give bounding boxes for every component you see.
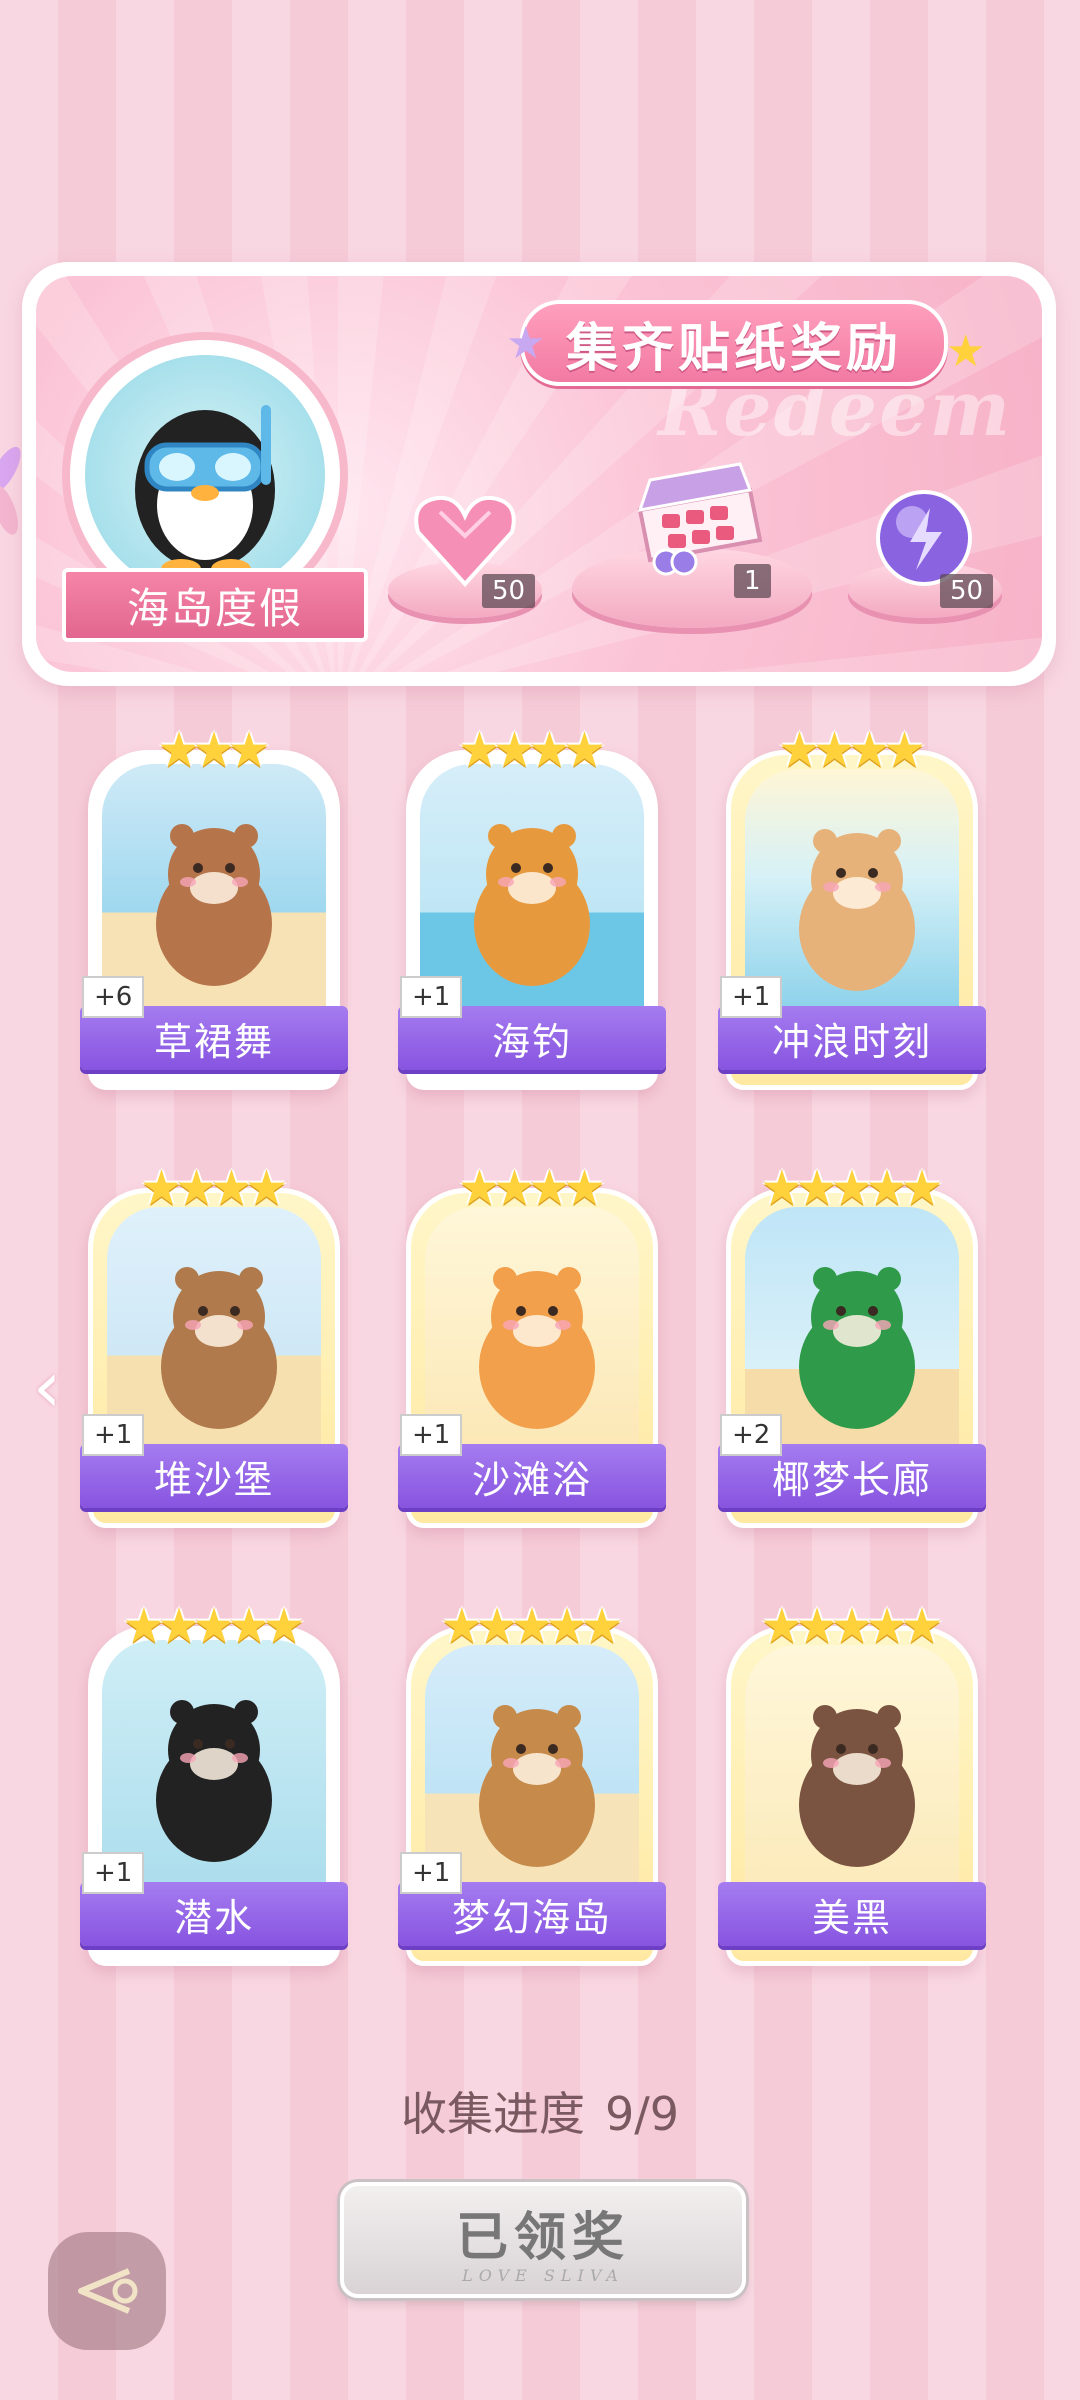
back-button[interactable]	[48, 2232, 166, 2350]
star-icon: ★	[900, 1160, 944, 1216]
card-name: 潜水	[173, 1895, 254, 1940]
card-name: 美黑	[811, 1895, 892, 1940]
star-rating: ★★★★★	[726, 1164, 978, 1212]
duplicate-count: +6	[82, 976, 145, 1018]
star-rating: ★★★★★	[406, 1602, 658, 1650]
star-icon: ★	[245, 1160, 289, 1216]
duplicate-count: +2	[720, 1414, 783, 1456]
reward-count: 50	[482, 574, 536, 608]
star-icon: ★	[946, 326, 986, 377]
star-icon: ★	[563, 1160, 607, 1216]
duplicate-count: +1	[400, 1414, 463, 1456]
back-arrow-icon	[78, 2268, 138, 2314]
card-name: 草裙舞	[153, 1019, 274, 1064]
star-icon: ★	[580, 1598, 624, 1654]
reward-title: 集齐贴纸奖励	[565, 317, 902, 379]
card-name: 海钓	[491, 1019, 572, 1064]
penguin-icon	[135, 405, 275, 579]
sticker-illustration	[745, 1645, 959, 1915]
star-rating: ★★★★	[726, 726, 978, 774]
star-icon: ★	[563, 722, 607, 778]
star-icon: ★	[262, 1598, 306, 1654]
star-rating: ★★★★★	[88, 1602, 340, 1650]
previous-page-arrow[interactable]: ‹	[22, 1346, 72, 1428]
duplicate-count: +1	[720, 976, 783, 1018]
star-rating: ★★★★	[406, 726, 658, 774]
star-rating: ★★★★	[406, 1164, 658, 1212]
claimed-button[interactable]: 已领奖 LOVE SLIVA	[340, 2182, 746, 2298]
collection-progress: 收集进度 9/9	[0, 2078, 1080, 2144]
sticker-card[interactable]: ★★★ +6 草裙舞	[80, 726, 348, 1090]
sticker-card[interactable]: ★★★★★ +1 梦幻海岛	[398, 1602, 666, 1966]
sticker-card[interactable]: ★★★★ +1 堆沙堡	[80, 1164, 348, 1528]
sticker-card[interactable]: ★★★★ +1 冲浪时刻	[718, 726, 986, 1090]
duplicate-count: +1	[400, 1852, 463, 1894]
gift-box-icon	[637, 462, 763, 576]
card-name: 梦幻海岛	[451, 1895, 612, 1940]
animal-icon	[799, 1705, 915, 1867]
star-rating: ★★★★	[88, 1164, 340, 1212]
card-name-ribbon: 美黑	[718, 1882, 986, 1946]
star-icon: ★	[506, 318, 546, 369]
reward-count: 50	[940, 574, 994, 608]
reward-title-badge: 集齐贴纸奖励	[520, 300, 948, 386]
duplicate-count: +1	[82, 1852, 145, 1894]
set-name: 海岛度假	[126, 583, 303, 633]
reward-count: 1	[734, 564, 771, 598]
card-name: 冲浪时刻	[771, 1019, 932, 1064]
sticker-card[interactable]: ★★★★ +1 沙滩浴	[398, 1164, 666, 1528]
sticker-card[interactable]: ★★★★★ +2 椰梦长廊	[718, 1164, 986, 1528]
star-rating: ★★★★★	[726, 1602, 978, 1650]
star-icon: ★	[900, 1598, 944, 1654]
claimed-label: 已领奖	[455, 2207, 630, 2268]
duplicate-count: +1	[400, 976, 463, 1018]
sticker-card[interactable]: ★★★★★ 美黑	[718, 1602, 986, 1966]
star-icon: ★	[883, 722, 927, 778]
sticker-card[interactable]: ★★★★ +1 海钓	[398, 726, 666, 1090]
card-name: 椰梦长廊	[771, 1457, 932, 1502]
claimed-sublabel: LOVE SLIVA	[462, 2266, 624, 2285]
progress-value: 9/9	[604, 2087, 680, 2141]
set-name-banner: 海岛度假	[62, 568, 368, 642]
star-icon: ★	[227, 722, 271, 778]
progress-label: 收集进度	[400, 2087, 585, 2141]
card-name: 堆沙堡	[153, 1457, 274, 1502]
star-rating: ★★★	[88, 726, 340, 774]
card-name: 沙滩浴	[471, 1457, 592, 1502]
sticker-card[interactable]: ★★★★★ +1 潜水	[80, 1602, 348, 1966]
duplicate-count: +1	[82, 1414, 145, 1456]
